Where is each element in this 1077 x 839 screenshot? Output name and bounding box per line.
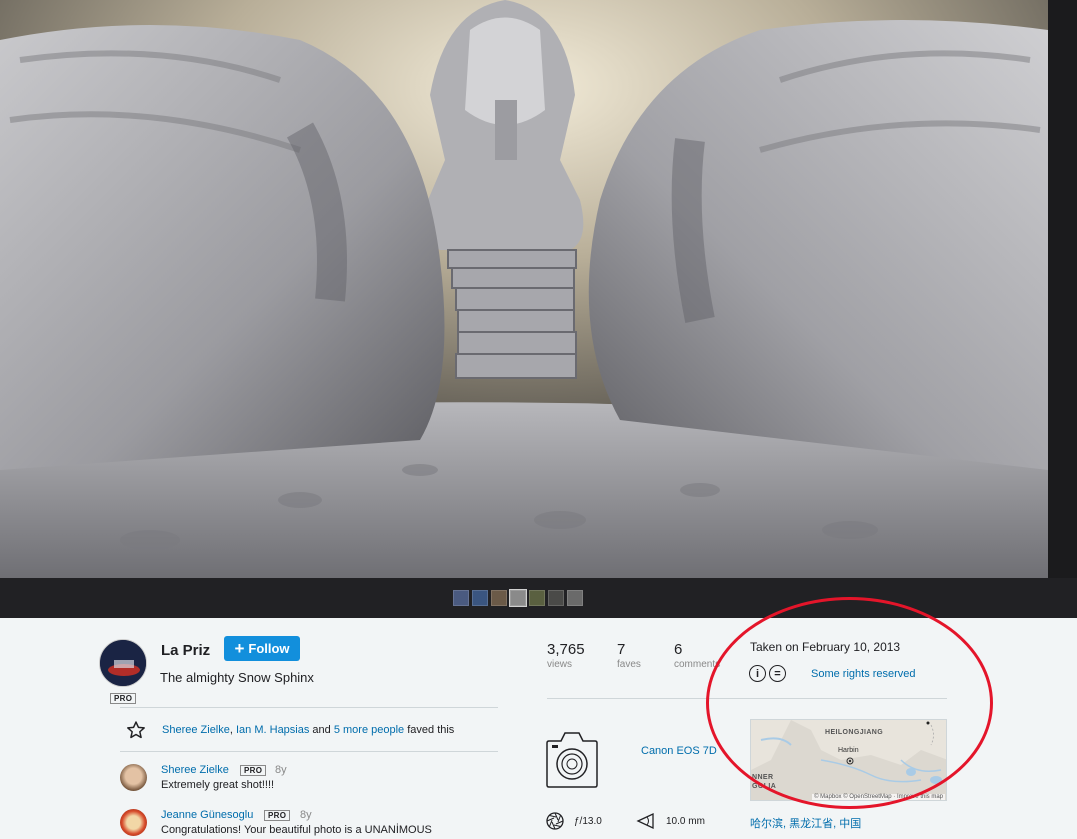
faves-and: and: [309, 724, 334, 736]
photo-title: The almighty Snow Sphinx: [160, 670, 314, 685]
comment-item: Jeanne Günesoglu PRO 8y Congratulations!…: [120, 809, 500, 839]
faves-count: 7: [617, 641, 626, 658]
filmstrip-thumbnail[interactable]: [509, 589, 527, 607]
faves-text: Sheree Zielke, Ian M. Hapsias and 5 more…: [162, 724, 454, 736]
comment-text: Congratulations! Your beautiful photo is…: [161, 824, 432, 836]
follow-button[interactable]: + Follow: [224, 636, 300, 661]
divider: [750, 698, 947, 699]
map-city-label: Harbin: [838, 747, 859, 754]
comments-stat[interactable]: 6 comments: [674, 641, 720, 670]
commenter-avatar[interactable]: [120, 764, 147, 791]
plus-icon: +: [234, 639, 245, 658]
filmstrip-thumbnail[interactable]: [548, 590, 564, 606]
divider: [120, 707, 498, 708]
comment-text: Extremely great shot!!!!: [161, 779, 275, 791]
aperture-value: ƒ/13.0: [574, 815, 602, 827]
filmstrip-thumbnail[interactable]: [529, 590, 545, 606]
filmstrip-thumbnail[interactable]: [491, 590, 507, 606]
divider: [120, 751, 498, 752]
attribution-icon: i: [749, 665, 766, 682]
focal-length-value: 10.0 mm: [666, 815, 705, 827]
filmstrip-thumbnail[interactable]: [472, 590, 488, 606]
taken-date[interactable]: Taken on February 10, 2013: [750, 640, 900, 654]
map-attribution[interactable]: © Mapbox © OpenStreetMap · Improve this …: [812, 794, 945, 800]
license-info: i = Some rights reserved: [749, 665, 916, 682]
author-pro-badge: PRO: [110, 693, 137, 704]
avatar-image: [100, 640, 146, 686]
fave-user-link[interactable]: Ian M. Hapsias: [236, 724, 309, 736]
views-stat: 3,765 views: [547, 641, 585, 670]
more-faves-link[interactable]: 5 more people: [334, 724, 404, 736]
author-name[interactable]: La Priz: [161, 642, 210, 659]
filmstrip-thumbnail[interactable]: [453, 590, 469, 606]
faves-label: faves: [617, 659, 641, 670]
faves-stat[interactable]: 7 faves: [617, 641, 641, 670]
camera-model-link[interactable]: Canon EOS 7D: [641, 745, 717, 757]
snow-sphinx-photo: [0, 0, 1048, 578]
commenter-avatar[interactable]: [120, 809, 147, 836]
views-count: 3,765: [547, 641, 585, 658]
map-region-label: NNER: [752, 774, 774, 781]
commenter-name[interactable]: Sheree Zielke: [161, 764, 229, 776]
commenter-name[interactable]: Jeanne Günesoglu: [161, 809, 253, 821]
author-avatar[interactable]: [99, 639, 147, 687]
main-photo[interactable]: [0, 0, 1048, 578]
follow-label: Follow: [248, 641, 290, 656]
map-region-label: GOLIA: [752, 783, 777, 790]
no-derivatives-icon: =: [769, 665, 786, 682]
focal-length-icon: [636, 812, 654, 830]
comment-age: 8y: [275, 764, 287, 776]
commenter-pro-badge: PRO: [264, 810, 291, 821]
comment-age: 8y: [300, 809, 312, 821]
commenter-pro-badge: PRO: [240, 765, 267, 776]
filmstrip-thumbnail[interactable]: [567, 590, 583, 606]
location-map[interactable]: HEILONGJIANG Harbin NNER GOLIA © Mapbox …: [750, 719, 947, 801]
comments-count: 6: [674, 641, 683, 658]
photo-viewer: [0, 0, 1077, 618]
comments-label: comments: [674, 659, 721, 670]
photo-filmstrip: [453, 589, 583, 607]
exif-aperture: ƒ/13.0: [546, 812, 602, 830]
exif-focal-length: 10.0 mm: [636, 812, 705, 830]
star-icon[interactable]: [126, 720, 146, 740]
comment-item: Sheree Zielke PRO 8y Extremely great sho…: [120, 764, 500, 794]
faves-suffix: faved this: [404, 724, 455, 736]
camera-icon: [546, 732, 598, 788]
viewer-side-panel: [1048, 0, 1077, 578]
map-region-label: HEILONGJIANG: [825, 729, 884, 736]
aperture-icon: [546, 812, 564, 830]
location-link[interactable]: 哈尔滨, 黑龙江省, 中国: [750, 815, 861, 831]
views-label: views: [547, 659, 573, 670]
fave-user-link[interactable]: Sheree Zielke: [162, 724, 230, 736]
license-link[interactable]: Some rights reserved: [811, 668, 916, 680]
faves-summary: Sheree Zielke, Ian M. Hapsias and 5 more…: [126, 720, 454, 740]
